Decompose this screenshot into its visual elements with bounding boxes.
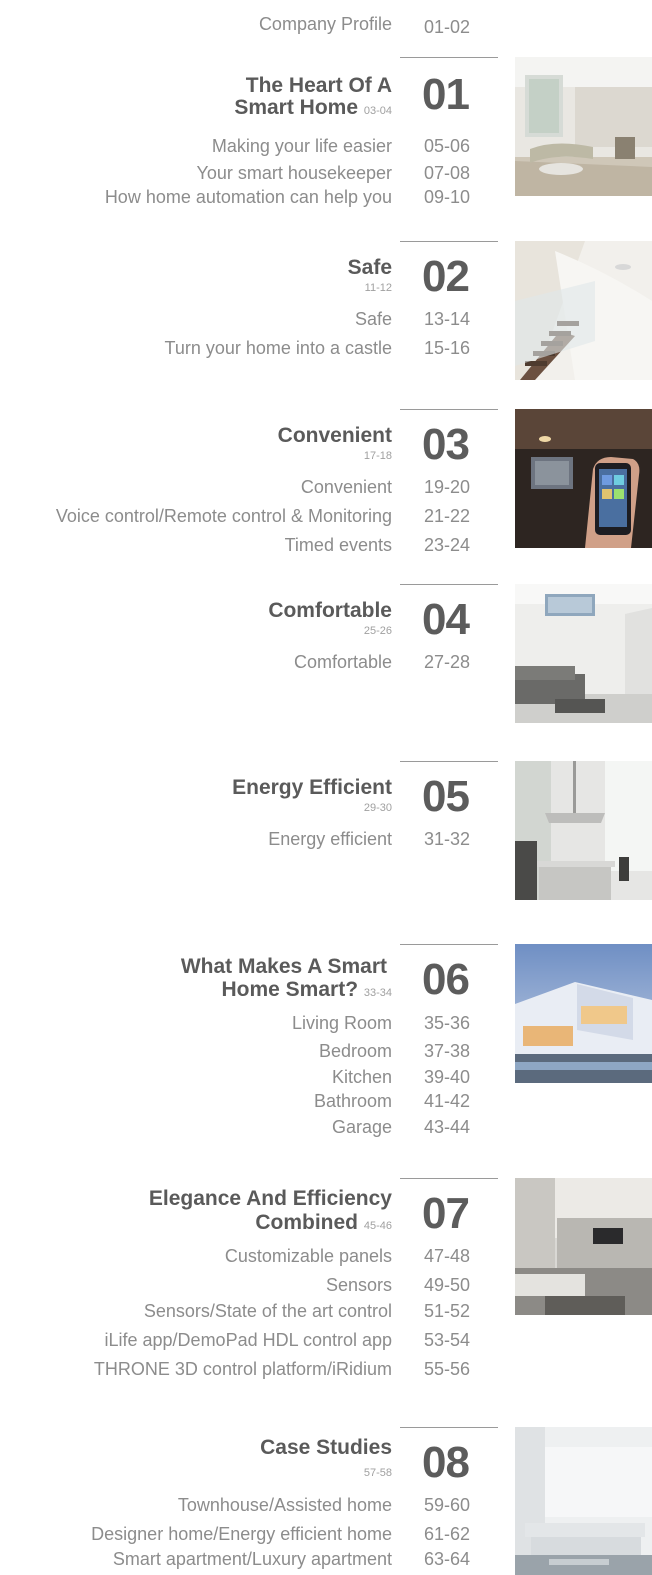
toc-item-pages: 39-40	[424, 1067, 471, 1087]
section-title[interactable]: Case Studies	[260, 1436, 392, 1459]
toc-item-pages: 05-06	[424, 136, 471, 156]
toc-item[interactable]: Bathroom	[314, 1090, 392, 1112]
section-title-pages: 29-30	[363, 802, 392, 814]
section-rule	[400, 761, 498, 762]
staircase-photo	[515, 241, 652, 380]
toc-item-pages: 27-28	[424, 652, 471, 672]
toc-item[interactable]: Sensors	[326, 1274, 392, 1296]
toc-item[interactable]: Bedroom	[319, 1040, 392, 1062]
toc-item-pages: 59-60	[424, 1495, 471, 1515]
section-title[interactable]: Comfortable	[268, 599, 392, 622]
section-title[interactable]: Energy Efficient	[232, 776, 392, 799]
section-number: 01	[422, 70, 470, 119]
section-rule	[400, 584, 498, 585]
toc-item-pages: 23-24	[424, 535, 471, 555]
toc-item[interactable]: Smart apartment/Luxury apartment	[113, 1548, 392, 1570]
lounge-photo	[515, 584, 652, 723]
smartphone-control-photo	[515, 409, 652, 548]
section-number: 03	[422, 420, 470, 469]
toc-item[interactable]: Garage	[332, 1116, 392, 1138]
section-title[interactable]: Combined 45-46	[255, 1211, 392, 1238]
toc-item[interactable]: Sensors/State of the art control	[144, 1300, 392, 1322]
toc-company-profile-pages: 01-02	[424, 17, 471, 37]
toc-item-pages: 37-38	[424, 1041, 471, 1061]
toc-item[interactable]: Safe	[355, 308, 392, 330]
toc-item[interactable]: Your smart housekeeper	[197, 162, 392, 184]
section-rule	[400, 57, 498, 58]
toc-item-pages: 53-54	[424, 1330, 471, 1350]
living-area-tv-photo	[515, 1178, 652, 1315]
toc-item[interactable]: Convenient	[301, 476, 392, 498]
toc-item-pages: 35-36	[424, 1013, 471, 1033]
toc-item[interactable]: Townhouse/Assisted home	[178, 1494, 392, 1516]
section-number: 07	[422, 1189, 470, 1238]
section-number: 02	[422, 252, 470, 301]
toc-item[interactable]: Living Room	[292, 1012, 392, 1034]
white-interior-photo	[515, 1427, 652, 1575]
toc-item[interactable]: Customizable panels	[225, 1245, 392, 1267]
toc-item[interactable]: Designer home/Energy efficient home	[91, 1523, 392, 1545]
toc-item[interactable]: Voice control/Remote control & Monitorin…	[56, 505, 392, 527]
toc-item[interactable]: iLife app/DemoPad HDL control app	[105, 1329, 393, 1351]
section-title-pages: 11-12	[364, 282, 392, 294]
toc-item[interactable]: How home automation can help you	[105, 186, 392, 208]
section-title[interactable]: Safe	[348, 256, 392, 279]
section-title[interactable]: What Makes A Smart	[181, 955, 387, 978]
section-rule	[400, 409, 498, 410]
section-title[interactable]: Home Smart? 33-34	[221, 978, 392, 1005]
living-room-photo	[515, 57, 652, 196]
section-rule	[400, 1427, 498, 1428]
kitchen-photo	[515, 761, 652, 900]
toc-item-pages: 43-44	[424, 1117, 471, 1137]
toc-item-pages: 31-32	[424, 829, 471, 849]
toc-item[interactable]: THRONE 3D control platform/iRidium	[94, 1358, 392, 1380]
section-number: 08	[422, 1438, 470, 1487]
toc-item-pages: 07-08	[424, 163, 471, 183]
section-title[interactable]: Elegance And Efficiency	[149, 1187, 392, 1210]
toc-item[interactable]: Kitchen	[332, 1066, 392, 1088]
toc-item-pages: 09-10	[424, 187, 471, 207]
toc-item[interactable]: Turn your home into a castle	[165, 337, 392, 359]
section-title[interactable]: Smart Home 03-04	[234, 96, 392, 123]
toc-item[interactable]: Timed events	[285, 534, 392, 556]
section-title[interactable]: Convenient	[278, 424, 392, 447]
toc-item[interactable]: Making your life easier	[212, 135, 392, 157]
toc-item-pages: 21-22	[424, 506, 471, 526]
section-rule	[400, 241, 498, 242]
toc-item-pages: 19-20	[424, 477, 471, 497]
section-title-pages: 17-18	[363, 450, 392, 462]
section-title[interactable]: The Heart Of A	[246, 74, 392, 97]
toc-item[interactable]: Energy efficient	[268, 828, 392, 850]
toc-company-profile[interactable]: Company Profile	[259, 13, 392, 35]
toc-item-pages: 49-50	[424, 1275, 471, 1295]
toc-item-pages: 55-56	[424, 1359, 471, 1379]
toc-item-pages: 51-52	[424, 1301, 471, 1321]
section-number: 04	[422, 595, 470, 644]
toc-item-pages: 15-16	[424, 338, 471, 358]
section-title-pages: 25-26	[363, 625, 392, 637]
toc-item-pages: 61-62	[424, 1524, 471, 1544]
section-title-pages: 57-58	[363, 1467, 392, 1479]
section-rule	[400, 1178, 498, 1179]
modern-house-photo	[515, 944, 652, 1083]
section-rule	[400, 944, 498, 945]
toc-item-pages: 13-14	[424, 309, 471, 329]
section-number: 05	[422, 772, 470, 821]
section-number: 06	[422, 955, 470, 1004]
toc-item-pages: 63-64	[424, 1549, 471, 1569]
toc-item-pages: 41-42	[424, 1091, 471, 1111]
toc-item[interactable]: Comfortable	[294, 651, 392, 673]
toc-item-pages: 47-48	[424, 1246, 471, 1266]
